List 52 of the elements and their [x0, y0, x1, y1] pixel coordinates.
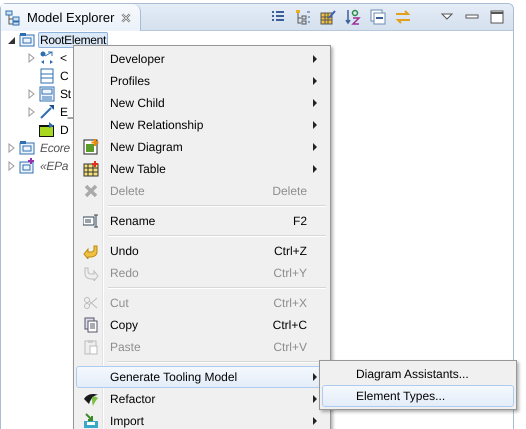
expand-icon[interactable]	[27, 53, 37, 63]
link-icon	[39, 104, 55, 120]
menu-item[interactable]: Copy Ctrl+C	[76, 314, 328, 336]
view-title: Model Explorer	[27, 10, 114, 25]
profile-plus-icon	[19, 158, 35, 174]
diagram-icon	[39, 122, 55, 138]
profile-icon	[19, 140, 35, 156]
stereotype-icon	[39, 86, 55, 102]
tree-item[interactable]: D	[58, 122, 70, 138]
expand-icon[interactable]	[7, 161, 17, 171]
tree-view-icon	[5, 10, 21, 26]
table-icon	[83, 161, 99, 177]
collapse-all-icon[interactable]	[370, 9, 386, 25]
tree-item[interactable]: St	[58, 86, 73, 102]
assoc-icon	[39, 50, 55, 66]
expand-icon[interactable]	[7, 143, 17, 153]
copy-icon	[83, 317, 99, 333]
tree-item[interactable]: Ecore	[38, 140, 72, 156]
menu-item[interactable]: Import	[76, 410, 328, 429]
refactor-icon	[83, 391, 99, 407]
profile-icon	[19, 32, 35, 48]
tree-item[interactable]: RootElement	[38, 32, 108, 48]
delete-icon	[83, 183, 99, 199]
menu-item[interactable]: New Table	[76, 158, 328, 180]
table-edit-icon[interactable]	[320, 9, 336, 25]
maximize-icon[interactable]	[489, 9, 505, 25]
paste-icon	[83, 339, 99, 355]
undo-icon	[83, 243, 99, 259]
menu-item[interactable]: Undo Ctrl+Z	[76, 240, 328, 262]
sort-icon[interactable]	[345, 9, 361, 25]
menu-item[interactable]: Rename F2	[76, 210, 328, 232]
import-icon	[83, 413, 99, 429]
tree-item[interactable]: C	[58, 68, 70, 84]
expand-icon[interactable]	[27, 89, 37, 99]
close-icon[interactable]	[120, 12, 132, 24]
tree-item[interactable]: «EPa	[38, 158, 70, 174]
menu-item[interactable]: New Child	[76, 92, 328, 114]
hierarchy-icon[interactable]	[295, 9, 311, 25]
rename-icon	[83, 213, 99, 229]
menu-item[interactable]: New Relationship	[76, 114, 328, 136]
tree-item[interactable]: <	[58, 50, 69, 66]
expand-icon[interactable]	[27, 107, 37, 117]
menu-item[interactable]: Developer	[76, 48, 328, 70]
collapse-icon[interactable]	[7, 35, 17, 45]
class-icon	[39, 68, 55, 84]
cut-icon	[83, 295, 99, 311]
menu-item[interactable]: New Diagram	[76, 136, 328, 158]
redo-icon	[83, 265, 99, 281]
diagram-icon	[83, 139, 99, 155]
menu-item[interactable]: Element Types...	[322, 385, 514, 407]
view-tab[interactable]: Model Explorer	[1, 4, 142, 31]
menu-item[interactable]: Profiles	[76, 70, 328, 92]
